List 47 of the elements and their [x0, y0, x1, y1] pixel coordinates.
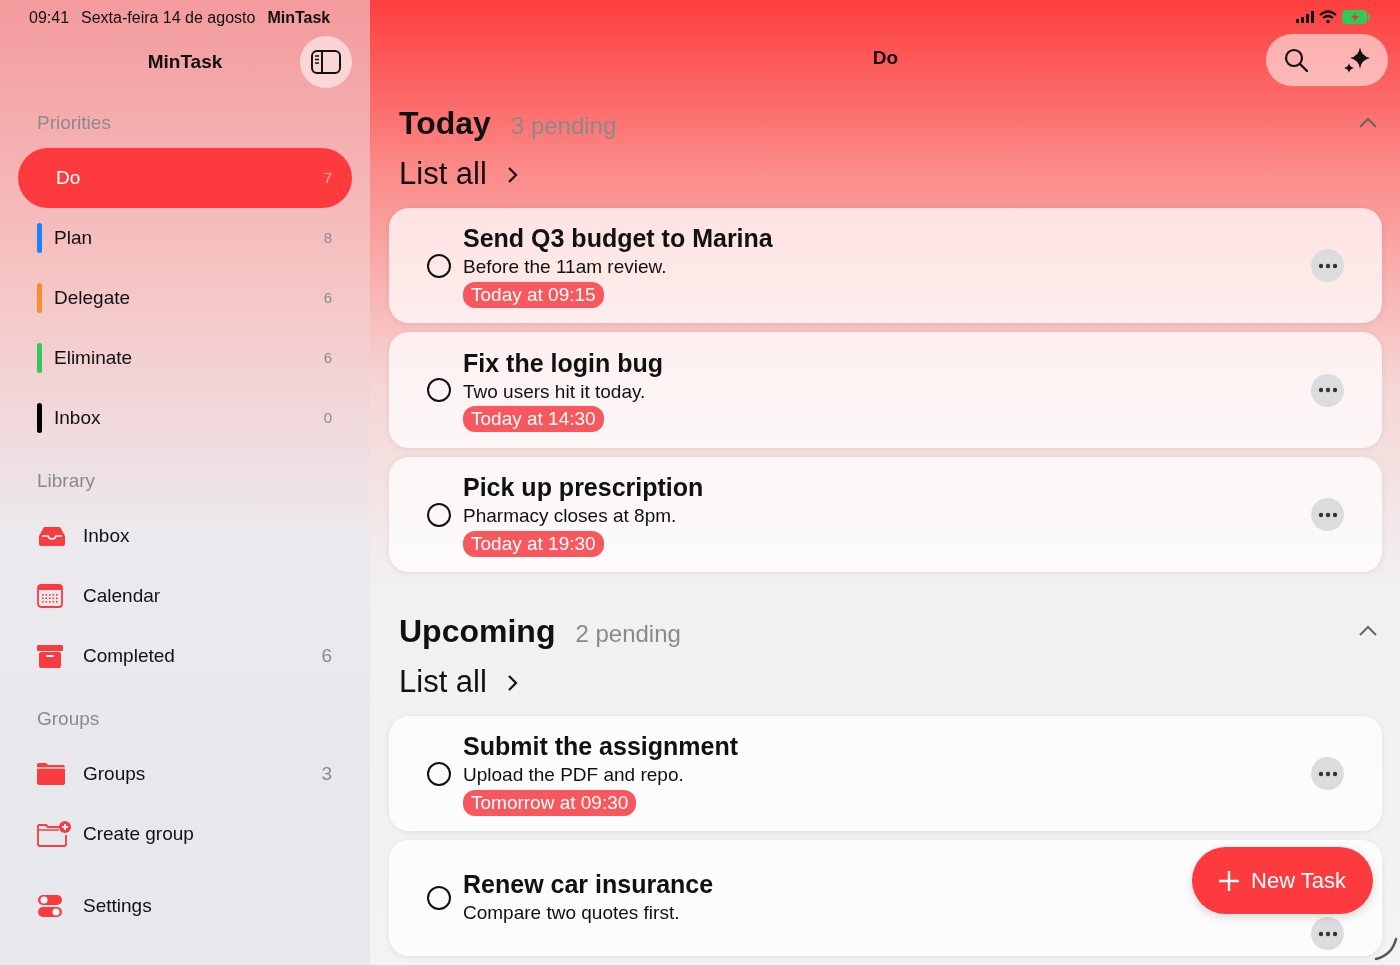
item-count: 6: [323, 287, 332, 308]
task-title: Submit the assignment: [463, 731, 739, 762]
status-date: Sexta-feira 14 de agosto: [81, 8, 256, 28]
task-note: Upload the PDF and repo.: [463, 763, 684, 788]
item-count: 6: [323, 347, 332, 368]
status-time: 09:41: [29, 8, 70, 28]
sidebar-item[interactable]: Plan 8: [18, 208, 352, 268]
task-note: Before the 11am review.: [463, 255, 667, 280]
section-heading: Library: [36, 468, 97, 493]
list-all-link[interactable]: List all: [389, 659, 519, 706]
sidebar-item[interactable]: Eliminate 6: [18, 328, 352, 388]
section-title: Upcoming: [399, 612, 556, 652]
item-count: 0: [323, 407, 332, 428]
sidebar-item[interactable]: Groups 3: [18, 744, 352, 804]
new-task-button[interactable]: New Task: [1192, 847, 1373, 914]
settings-item[interactable]: Settings: [18, 876, 352, 936]
due-date: Today at 19:30: [463, 530, 604, 557]
section-title: Today: [399, 104, 491, 144]
section-heading: Priorities: [36, 110, 112, 135]
task-title: Fix the login bug: [463, 347, 663, 378]
task-title: Pick up prescription: [463, 472, 704, 503]
status-app-name: MinTask: [267, 8, 331, 28]
sidebar-item[interactable]: Calendar: [18, 566, 352, 626]
pending-count: 3 pending: [510, 111, 617, 142]
task-title: Renew car insurance: [463, 869, 714, 899]
sidebar-item[interactable]: Inbox 0: [18, 388, 352, 448]
item-count: 7: [323, 167, 332, 188]
sidebar-item[interactable]: Do 7: [18, 148, 352, 208]
item-count: 3: [321, 761, 332, 786]
item-count: 6: [321, 643, 332, 668]
due-date: Tomorrow at 09:30: [463, 789, 637, 816]
sidebar-item[interactable]: Completed 6: [18, 626, 352, 686]
pending-count: 2 pending: [575, 619, 681, 650]
sidebar-title: MinTask: [147, 49, 223, 74]
task-note: Two users hit it today.: [463, 379, 646, 404]
task-note: Pharmacy closes at 8pm.: [463, 504, 677, 529]
section-heading: Groups: [36, 706, 101, 731]
list-all-link[interactable]: List all: [389, 151, 519, 198]
item-count: 8: [323, 227, 332, 248]
sidebar-item[interactable]: Inbox: [18, 506, 352, 566]
task-note: Compare two quotes first.: [463, 901, 680, 925]
due-date: Today at 14:30: [463, 406, 604, 433]
sidebar-item[interactable]: Create group: [18, 804, 352, 864]
due-date: Today at 09:15: [463, 281, 604, 308]
page-title: Do: [872, 46, 899, 71]
sidebar-item[interactable]: Delegate 6: [18, 268, 352, 328]
task-title: Send Q3 budget to Marina: [463, 223, 773, 254]
